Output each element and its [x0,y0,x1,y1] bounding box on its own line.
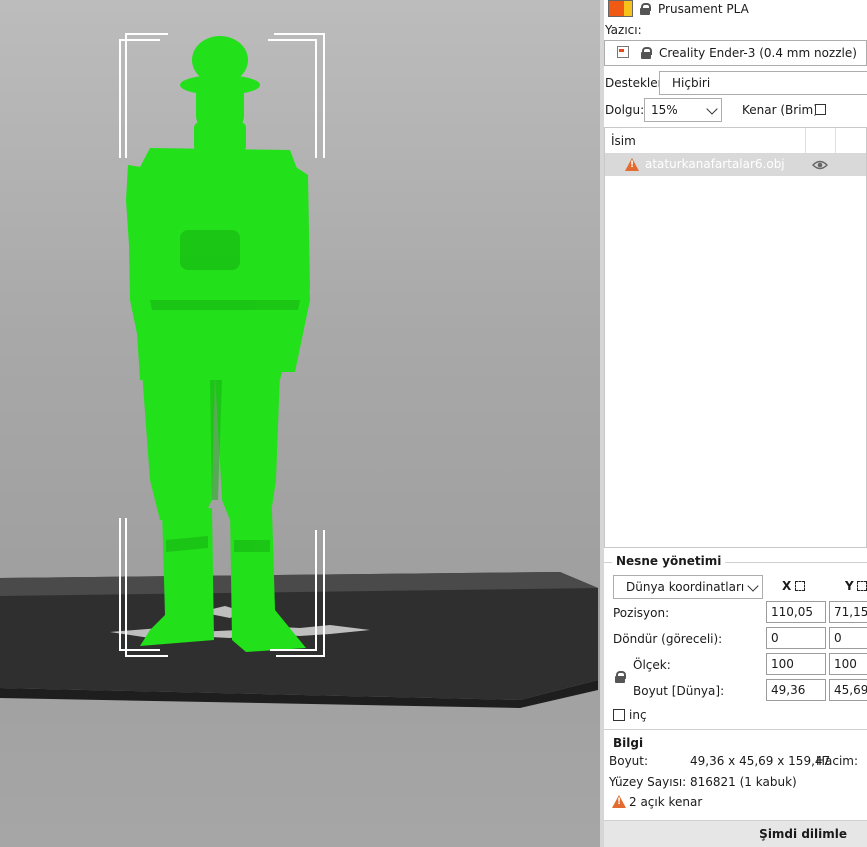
scale-label: Ölçek: [633,658,671,672]
scene-canvas[interactable] [0,0,600,847]
position-x-field[interactable]: 110,05 [766,601,826,623]
size-label: Boyut [Dünya]: [633,684,725,698]
size-y-field[interactable]: 45,69 [829,679,867,701]
inch-checkbox[interactable] [613,709,625,721]
printer-name: Creality Ender-3 (0.4 mm nozzle) [659,46,857,60]
position-label: Pozisyon: [613,606,670,620]
infill-label: Dolgu: [605,103,645,117]
column-divider [835,128,836,153]
supports-value: Hiçbiri [672,76,711,90]
rotation-y-field[interactable]: 0 [829,627,867,649]
info-facets-label: Yüzey Sayısı: [609,775,687,789]
brim-label: Kenar (Brim): [742,103,822,117]
object-list-header: İsim [605,128,866,154]
list-item[interactable]: ataturkanafartalar6.obj [605,154,866,176]
slice-now-label: Şimdi dilimle [759,827,847,841]
axis-x-label: X [782,579,792,593]
lock-icon [640,3,651,15]
object-name: ataturkanafartalar6.obj [645,157,785,171]
infill-value: 15% [651,103,678,117]
warning-icon [625,158,639,171]
position-y-field[interactable]: 71,15 [829,601,867,623]
column-divider [805,128,806,153]
info-volume-label: Hacim: [816,754,859,768]
info-title: Bilgi [613,736,644,750]
object-manipulation-title: Nesne yönetimi [612,554,726,568]
filament-swatch[interactable] [608,0,633,17]
printer-label: Yazıcı: [605,23,642,37]
slice-now-button[interactable]: Şimdi dilimle [604,820,867,847]
chevron-down-icon [747,580,759,592]
axis-y-label: Y [845,579,854,593]
filament-name[interactable]: Prusament PLA [658,2,749,16]
warning-icon [612,795,626,808]
eye-icon[interactable] [812,159,828,171]
scale-x-field[interactable]: 100 [766,653,826,675]
brim-checkbox[interactable] [815,104,826,115]
settings-panel: Prusament PLA Yazıcı: Creality Ender-3 (… [604,0,867,847]
info-size-label: Boyut: [609,754,649,768]
chevron-down-icon [706,103,718,115]
axis-y-icon [857,581,867,591]
3d-model [126,36,310,652]
infill-select[interactable]: 15% [644,98,722,122]
coordinate-system-select[interactable]: Dünya koordinatları [613,575,763,599]
rotation-x-field[interactable]: 0 [766,627,826,649]
filament-color-secondary [624,1,632,16]
3d-viewport[interactable] [0,0,600,847]
printer-icon [617,46,629,58]
axis-x-icon [795,581,805,591]
printer-select[interactable]: Creality Ender-3 (0.4 mm nozzle) [604,40,867,66]
info-warning-text: 2 açık kenar [629,795,703,809]
rotation-label: Döndür (göreceli): [613,632,723,646]
scale-y-field[interactable]: 100 [829,653,867,675]
name-column-header[interactable]: İsim [611,134,636,148]
supports-label: Destekler: [605,76,667,90]
object-list[interactable]: İsim ataturkanafartalar6.obj [604,127,867,548]
coordinate-system-value: Dünya koordinatları [626,580,745,594]
size-x-field[interactable]: 49,36 [766,679,826,701]
scale-lock-icon[interactable] [615,671,626,683]
supports-select[interactable]: Hiçbiri [659,71,867,95]
info-facets-value: 816821 (1 kabuk) [690,775,797,789]
lock-icon [641,47,652,59]
filament-color-primary [609,1,624,16]
info-size-value: 49,36 x 45,69 x 159,47 [690,754,831,768]
section-divider [604,729,867,730]
inch-label: inç [629,708,647,722]
